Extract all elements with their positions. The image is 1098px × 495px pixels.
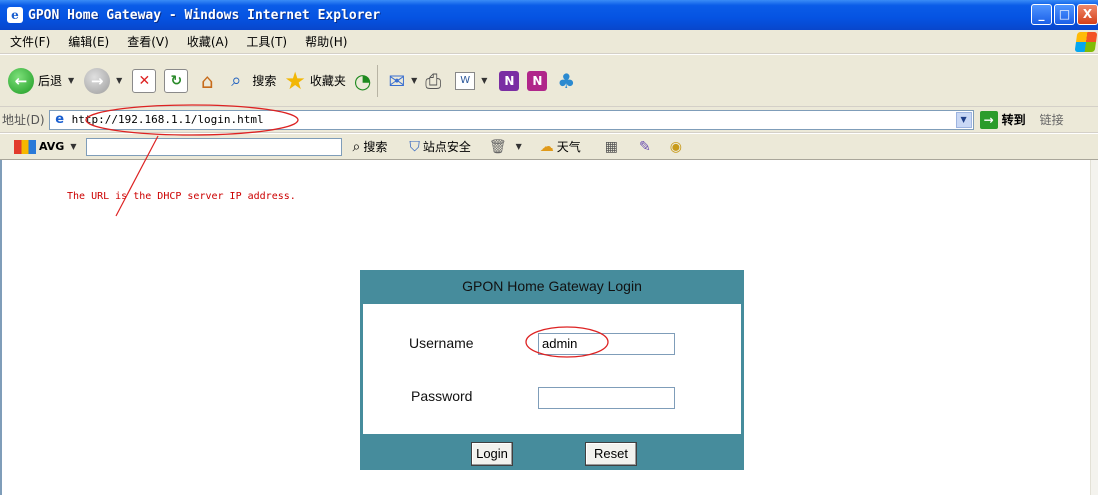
window-controls: _ □ X [1031,4,1098,25]
maximize-button[interactable]: □ [1054,4,1075,25]
address-url[interactable]: http://192.168.1.1/login.html [72,113,264,126]
folder-search-icon: ◉ [669,138,682,155]
back-label: 后退 [38,74,63,88]
address-label: 地址(D) [2,113,45,127]
login-footer: Login Reset [360,434,744,470]
search-label: 搜索 [252,74,277,88]
menu-view[interactable]: 查看(V) [116,33,176,50]
avg-weather-button[interactable]: ☁ 天气 [540,138,581,155]
windows-logo-icon [1074,32,1098,52]
avg-menu-button[interactable]: AVG ▼ [14,139,77,154]
go-button[interactable]: → 转到 [979,110,1026,129]
ie-app-icon: e [7,7,23,23]
stop-icon: ✕ [132,68,157,93]
avg-search-button[interactable]: ⌕ 搜索 [352,138,387,155]
menu-edit[interactable]: 编辑(E) [57,33,116,50]
menu-file[interactable]: 文件(F) [0,33,57,50]
close-button[interactable]: X [1077,4,1098,25]
chevron-down-icon: ▼ [70,142,77,151]
chevron-down-icon[interactable]: ▼ [955,111,972,128]
avg-notepad-button[interactable]: ✎ [639,139,654,155]
chevron-down-icon: ▼ [481,76,488,85]
avg-site-safety-label: 站点安全 [422,140,471,154]
chevron-down-icon: ▼ [411,76,418,85]
login-title: GPON Home Gateway Login [462,278,642,294]
page-content: The URL is the DHCP server IP address. G… [0,160,1098,495]
research-icon: N [527,70,548,91]
chevron-down-icon: ▼ [68,76,75,85]
weather-icon: ☁ [539,138,554,155]
login-form: Username admin Password [363,304,741,434]
home-button[interactable]: ⌂ [194,64,220,98]
annotation-text: The URL is the DHCP server IP address. [67,191,296,202]
avg-weather-label: 天气 [556,140,581,154]
avg-folder-button[interactable]: ◉ [670,139,685,155]
minimize-button[interactable]: _ [1031,4,1052,25]
mail-icon: ✉ [388,68,406,93]
back-button[interactable]: ← 后退 ▼ [8,64,74,98]
login-panel: GPON Home Gateway Login Username admin P… [360,270,744,470]
avg-search-label: 搜索 [363,140,388,154]
search-icon: ⌕ [231,70,242,91]
go-arrow-icon: → [979,110,998,129]
avg-brand: AVG [39,140,65,153]
mail-button[interactable]: ✉ ▼ [388,64,417,98]
avg-calculator-button[interactable]: ▦ [605,139,621,155]
onenote-icon: N [499,70,520,91]
ie-page-icon: e [55,111,65,127]
history-button[interactable]: ◔ [354,64,371,98]
print-button[interactable]: ⎙ [425,64,441,98]
messenger-icon: ♣ [557,68,576,93]
username-input[interactable]: admin [538,333,675,355]
toolbar-separator [377,64,379,97]
calculator-icon: ▦ [604,138,619,155]
search-icon: ⌕ [352,138,361,155]
menu-favorites[interactable]: 收藏(A) [176,33,236,50]
vertical-scrollbar[interactable] [1090,160,1098,495]
favorites-button[interactable]: ★ 收藏夹 [284,64,346,98]
address-bar: 地址(D) e http://192.168.1.1/login.html ▼ … [0,107,1098,133]
go-label: 转到 [1001,113,1026,127]
menu-tools[interactable]: 工具(T) [235,33,294,50]
star-icon: ★ [284,66,306,95]
login-button[interactable]: Login [471,442,513,466]
menu-bar: 文件(F) 编辑(E) 查看(V) 收藏(A) 工具(T) 帮助(H) [0,30,1098,54]
stop-button[interactable]: ✕ [132,64,157,98]
reset-button[interactable]: Reset [585,442,637,466]
chevron-down-icon: ▼ [515,142,522,151]
history-icon: ◔ [353,68,372,93]
refresh-button[interactable]: ↻ [164,64,189,98]
address-input[interactable]: e http://192.168.1.1/login.html ▼ [48,109,974,130]
word-icon: W [455,71,476,90]
trash-icon: 🗑 [488,138,507,155]
window-title-bar: e GPON Home Gateway - Windows Internet E… [0,0,1098,30]
chevron-down-icon: ▼ [116,76,123,85]
home-icon: ⌂ [200,68,214,93]
research-button[interactable]: N [527,64,548,98]
avg-search-input[interactable] [86,137,343,156]
forward-arrow-icon: → [84,67,111,94]
avg-logo-icon [14,139,36,154]
avg-site-safety-button[interactable]: ⛉ 站点安全 [409,138,471,155]
avg-toolbar: AVG ▼ ⌕ 搜索 ⛉ 站点安全 🗑 ▼ ☁ 天气 ▦ ✎ ◉ [0,134,1098,160]
favorites-label: 收藏夹 [309,74,346,88]
messenger-button[interactable]: ♣ [557,64,575,98]
password-label: Password [411,388,473,404]
username-label: Username [409,335,474,351]
print-icon: ⎙ [425,68,442,93]
window-title: GPON Home Gateway - Windows Internet Exp… [28,7,381,23]
menu-help[interactable]: 帮助(H) [294,33,354,50]
notepad-icon: ✎ [639,138,651,155]
avg-trash-button[interactable]: 🗑 ▼ [489,139,522,155]
standard-toolbar: ← 后退 ▼ → ▼ ✕ ↻ ⌂ ⌕ 搜索 ★ 收藏夹 ◔ ✉ ▼ ⎙ W ▼ … [0,55,1098,107]
password-input[interactable] [538,387,675,409]
refresh-icon: ↻ [164,68,189,93]
links-button[interactable]: 链接 [1040,111,1064,128]
edit-word-button[interactable]: W ▼ [455,64,487,98]
forward-button[interactable]: → ▼ [84,64,122,98]
back-arrow-icon: ← [8,67,34,94]
search-button[interactable]: ⌕ 搜索 [224,64,276,98]
shield-icon: ⛉ [409,138,420,155]
onenote-button[interactable]: N [499,64,520,98]
